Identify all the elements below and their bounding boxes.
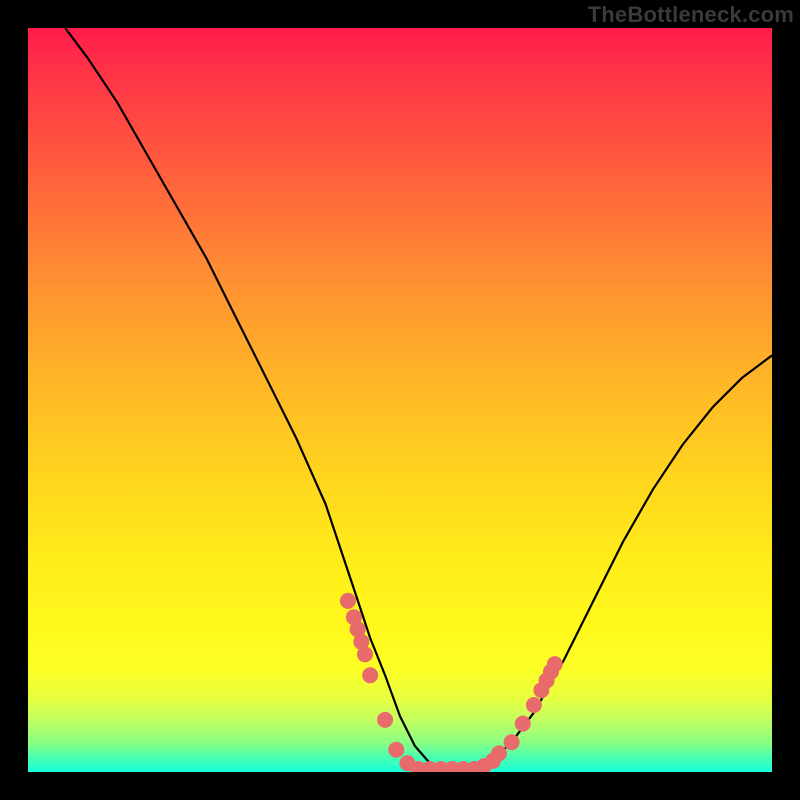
chart-frame: TheBottleneck.com: [0, 0, 800, 800]
highlight-dot: [547, 656, 563, 672]
highlight-dot: [357, 646, 373, 662]
highlight-dot: [362, 667, 378, 683]
highlight-dot: [526, 697, 542, 713]
highlight-dot: [504, 734, 520, 750]
bottleneck-curve: [65, 28, 772, 772]
watermark-text: TheBottleneck.com: [588, 2, 794, 28]
highlight-dot: [388, 742, 404, 758]
highlight-dot: [340, 593, 356, 609]
highlight-dot: [491, 745, 507, 761]
plot-area: [28, 28, 772, 772]
highlight-dots: [340, 593, 563, 772]
highlight-dot: [377, 712, 393, 728]
chart-svg: [28, 28, 772, 772]
highlight-dot: [515, 716, 531, 732]
